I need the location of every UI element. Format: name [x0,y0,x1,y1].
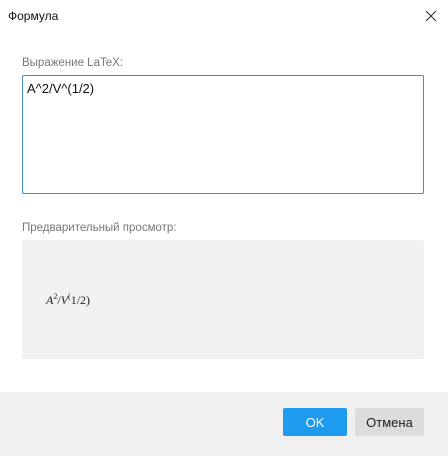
cancel-button[interactable]: Отмена [355,408,424,436]
dialog-footer: OK Отмена [0,392,448,456]
dialog-title: Формула [8,9,59,23]
latex-label: Выражение LaTeX: [22,57,123,69]
preview-area: A2/V(1/2) [22,240,424,359]
title-bar: Формула [0,0,448,32]
formula-rest: 1/2) [70,293,91,307]
formula-base-v: V [60,293,69,307]
close-icon [425,10,437,22]
latex-input[interactable]: A^2/V^(1/2) [22,75,424,194]
ok-button[interactable]: OK [283,408,347,436]
formula-preview: A2/V(1/2) [46,292,90,308]
close-button[interactable] [414,0,448,32]
formula-dialog: Формула Выражение LaTeX: A^2/V^(1/2) Пре… [0,0,448,456]
preview-label: Предварительный просмотр: [22,222,177,234]
